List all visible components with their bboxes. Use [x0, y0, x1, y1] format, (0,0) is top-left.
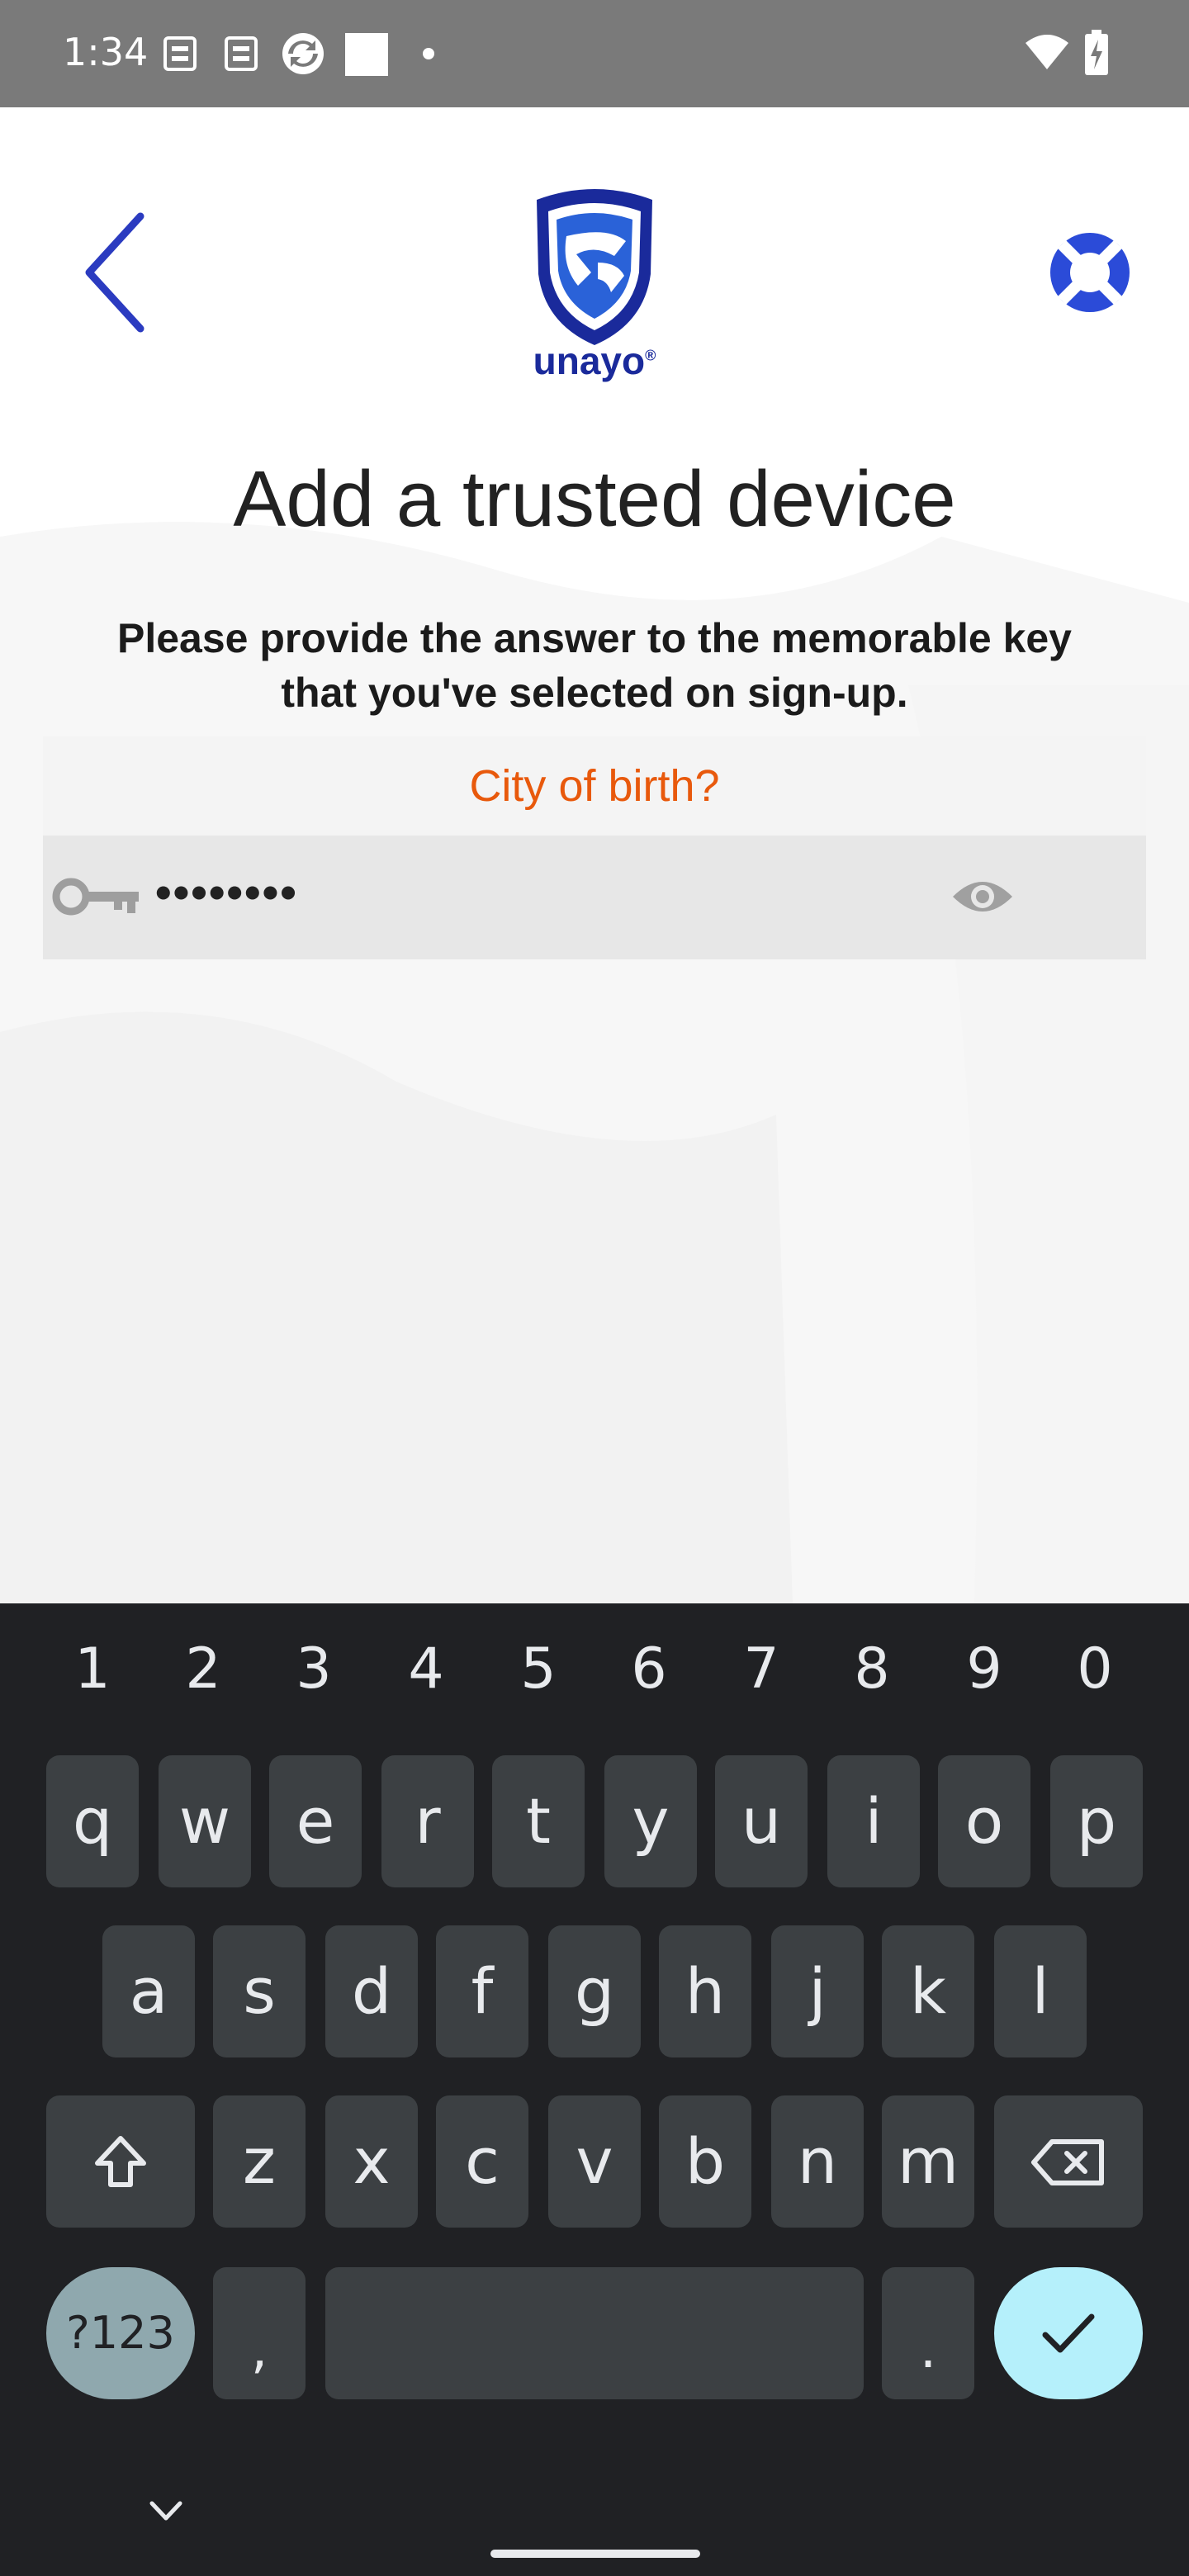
key-k[interactable]: k: [882, 1925, 974, 2057]
key-a[interactable]: a: [102, 1925, 195, 2057]
key-i[interactable]: i: [827, 1755, 920, 1887]
shift-key[interactable]: [46, 2095, 195, 2228]
key-u[interactable]: u: [715, 1755, 808, 1887]
key-4[interactable]: 4: [370, 1628, 482, 1711]
key-e[interactable]: e: [269, 1755, 362, 1887]
key-b[interactable]: b: [659, 2095, 751, 2228]
key-n[interactable]: n: [771, 2095, 864, 2228]
key-s[interactable]: s: [213, 1925, 306, 2057]
key-7[interactable]: 7: [705, 1628, 817, 1711]
number-row: 1 2 3 4 5 6 7 8 9 0: [0, 1628, 1189, 1711]
backspace-key[interactable]: [994, 2095, 1143, 2228]
key-icon: [52, 878, 139, 916]
bank-logo-icon: [537, 189, 652, 345]
answer-value[interactable]: ••••••••: [155, 865, 298, 919]
checkmark-icon: [1042, 2313, 1095, 2353]
key-x[interactable]: x: [325, 2095, 418, 2228]
key-h[interactable]: h: [659, 1925, 751, 2057]
key-z[interactable]: z: [213, 2095, 306, 2228]
key-9[interactable]: 9: [928, 1628, 1040, 1711]
dot-icon: [423, 48, 434, 59]
gesture-nav-handle[interactable]: [490, 2550, 700, 2558]
key-g[interactable]: g: [548, 1925, 641, 2057]
page-subtitle: Please provide the answer to the memorab…: [66, 611, 1123, 720]
sync-icon: [282, 33, 324, 74]
key-p[interactable]: p: [1050, 1755, 1143, 1887]
period-key[interactable]: .: [882, 2267, 974, 2399]
key-q[interactable]: q: [46, 1755, 139, 1887]
chevron-down-icon[interactable]: [145, 2495, 187, 2528]
status-time: 1:34: [63, 30, 149, 74]
backspace-icon: [1031, 2139, 1104, 2185]
brand-name: unayo®: [533, 339, 656, 382]
key-r[interactable]: r: [381, 1755, 474, 1887]
key-3[interactable]: 3: [258, 1628, 370, 1711]
square-icon: [345, 33, 388, 76]
key-j[interactable]: j: [771, 1925, 864, 2057]
key-o[interactable]: o: [938, 1755, 1030, 1887]
enter-key[interactable]: [994, 2267, 1143, 2399]
app-screen: unayo® Add a trusted device Please provi…: [0, 107, 1189, 1603]
subtitle-line-1: Please provide the answer to the memorab…: [116, 615, 1072, 661]
key-d[interactable]: d: [325, 1925, 418, 2057]
key-v[interactable]: v: [548, 2095, 641, 2228]
sim-icon: [225, 36, 258, 71]
key-0[interactable]: 0: [1039, 1628, 1151, 1711]
space-key[interactable]: [325, 2267, 864, 2399]
soft-keyboard: 1 2 3 4 5 6 7 8 9 0 q w e r t y u i o p …: [0, 1603, 1189, 2576]
status-bar: 1:34: [0, 0, 1189, 107]
key-c[interactable]: c: [436, 2095, 528, 2228]
key-5[interactable]: 5: [482, 1628, 594, 1711]
back-button[interactable]: [74, 206, 157, 339]
sim-icon: [163, 36, 197, 71]
lifebuoy-icon[interactable]: [1047, 230, 1133, 315]
key-f[interactable]: f: [436, 1925, 528, 2057]
comma-key[interactable]: ,: [213, 2267, 306, 2399]
answer-field[interactable]: ••••••••: [43, 836, 1146, 959]
key-2[interactable]: 2: [147, 1628, 259, 1711]
key-t[interactable]: t: [492, 1755, 585, 1887]
battery-charging-icon: [1085, 30, 1108, 75]
wifi-icon: [1026, 35, 1068, 69]
memorable-key-question: City of birth?: [43, 736, 1146, 836]
shift-icon: [95, 2136, 146, 2187]
key-6[interactable]: 6: [593, 1628, 705, 1711]
key-l[interactable]: l: [994, 1925, 1087, 2057]
symbols-key[interactable]: ?123: [46, 2267, 195, 2399]
eye-icon[interactable]: [950, 872, 1016, 921]
key-1[interactable]: 1: [36, 1628, 149, 1711]
key-y[interactable]: y: [604, 1755, 697, 1887]
key-8[interactable]: 8: [816, 1628, 928, 1711]
key-m[interactable]: m: [882, 2095, 974, 2228]
page-title: Add a trusted device: [233, 455, 956, 543]
subtitle-line-2: that you've selected on sign-up.: [281, 670, 908, 716]
key-w[interactable]: w: [159, 1755, 251, 1887]
